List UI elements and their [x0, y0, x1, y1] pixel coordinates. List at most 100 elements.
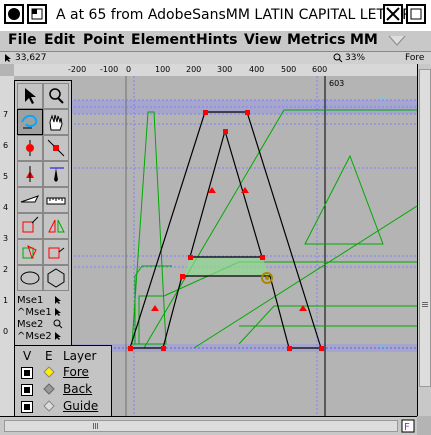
ruler-tick-label: -100 — [100, 65, 119, 74]
tool-magnify[interactable] — [43, 83, 69, 109]
tool-rotate[interactable] — [17, 239, 43, 265]
layers-header-layer: Layer — [63, 349, 97, 363]
ruler-tick-label: -200 — [68, 65, 87, 74]
svg-text:···: ··· — [374, 251, 381, 259]
layer-edit-diamond-icon[interactable] — [43, 400, 55, 412]
zoom-level: 33% — [345, 53, 366, 63]
hint-labels: ··· ··· ··· ··· ··· ··· ··· ··· ·· — [132, 82, 386, 351]
control-points[interactable] — [128, 110, 324, 351]
menu-bar: File Edit Point Element Hints View Metri… — [0, 31, 431, 52]
tool-tangent-point[interactable] — [17, 161, 43, 187]
menu-file[interactable]: File — [8, 32, 37, 48]
ruler-tick-label: 300 — [217, 65, 233, 74]
tool-scroll-hand[interactable] — [43, 109, 69, 135]
advance-width-label: 603 — [329, 79, 344, 88]
tool-skew[interactable] — [43, 239, 69, 265]
magnify-icon — [53, 319, 63, 329]
ellipse-icon — [20, 271, 40, 285]
menu-mm[interactable]: MM — [350, 32, 378, 48]
menu-view[interactable]: View — [244, 32, 282, 48]
horizontal-scrollbar[interactable]: F — [0, 416, 417, 435]
layer-name-back[interactable]: Back — [63, 382, 92, 396]
layer-visible-checkbox[interactable] — [21, 384, 33, 396]
ruler-tick-label: 0 — [3, 327, 9, 336]
close-icon — [386, 7, 400, 21]
active-layer-readout: Fore — [405, 53, 425, 63]
maximize-button[interactable] — [406, 4, 426, 24]
vertical-ruler: 7 6 5 4 3 2 1 0 — [0, 76, 15, 416]
chevron-down-icon[interactable] — [388, 35, 406, 47]
pointer-icon — [55, 332, 61, 340]
close-button[interactable] — [383, 4, 403, 24]
shade-icon — [31, 8, 43, 20]
pointer-icon — [25, 88, 36, 104]
skew-icon — [48, 247, 65, 259]
tangent-point-icon — [26, 166, 34, 182]
ruler-tick-label: 2 — [3, 265, 9, 274]
window-title: A at 65 from AdobeSansMM LATIN CAPITAL L… — [56, 7, 426, 23]
scroll-thumb[interactable] — [4, 420, 398, 432]
layer-name-guide[interactable]: Guide — [63, 399, 98, 413]
pointer-icon — [55, 308, 61, 316]
tool-freehand[interactable] — [17, 109, 43, 135]
corner-point-icon — [47, 139, 65, 157]
menu-element[interactable]: Element — [131, 32, 196, 48]
svg-text:···: ··· — [374, 262, 381, 270]
tool-corner-point[interactable] — [43, 135, 69, 161]
scale-icon — [22, 216, 39, 233]
window-menu-button[interactable] — [4, 4, 24, 24]
ruler-tick-label: 0 — [126, 65, 132, 74]
tool-pointer[interactable] — [17, 83, 43, 109]
svg-text:··: ·· — [132, 82, 136, 90]
layer-visible-checkbox[interactable] — [21, 401, 33, 413]
ruler-tick-label: 6 — [3, 141, 9, 150]
layer-edit-diamond-icon[interactable] — [43, 366, 55, 378]
crossbar-highlight — [184, 257, 270, 276]
tool-knife[interactable] — [17, 187, 43, 213]
svg-text:···: ··· — [294, 90, 301, 98]
freehand-icon — [21, 114, 38, 129]
tool-flip[interactable] — [43, 213, 69, 239]
ruler-tick-label: 5 — [3, 172, 9, 181]
tools-palette: Mse1 ^Mse1 Mse2 ^Mse2 — [14, 80, 72, 350]
menu-hints[interactable]: Hints — [196, 32, 238, 48]
polygon-icon — [47, 268, 65, 288]
layers-palette: V E Layer Fore Back Guide — [14, 345, 112, 418]
tool-curve-point[interactable] — [17, 135, 43, 161]
tool-ellipse[interactable] — [17, 265, 43, 291]
rotate-icon — [22, 245, 37, 260]
glyph-preview-icon[interactable]: F — [401, 419, 415, 433]
tool-ruler[interactable] — [43, 187, 69, 213]
layer-visible-checkbox[interactable] — [21, 367, 33, 379]
background-glyphs — [131, 109, 417, 349]
ruler-tick-label: 600 — [312, 65, 328, 74]
mouse-binding-label: ^Mse1 — [17, 307, 52, 318]
zoom-small-icon — [333, 53, 343, 63]
layer-name-fore[interactable]: Fore — [63, 365, 89, 379]
glyph-editor-window: A at 65 from AdobeSansMM LATIN CAPITAL L… — [0, 0, 431, 435]
ruler-tick-label: 7 — [3, 110, 9, 119]
flip-icon — [48, 219, 65, 233]
tool-polygon[interactable] — [43, 265, 69, 291]
glyph-outline[interactable] — [129, 111, 322, 349]
pointer-icon — [55, 296, 61, 304]
scroll-thumb[interactable] — [419, 69, 431, 387]
pen-icon — [50, 167, 64, 182]
mouse-binding-label: Mse1 — [17, 295, 44, 306]
vertical-scrollbar[interactable] — [417, 64, 431, 416]
info-bar: 33,627 33% Fore — [0, 52, 431, 64]
menu-metrics[interactable]: Metrics — [287, 32, 345, 48]
menu-point[interactable]: Point — [83, 32, 124, 48]
maximize-icon — [410, 8, 422, 20]
mouse-binding-label: Mse2 — [17, 319, 44, 330]
menu-edit[interactable]: Edit — [44, 32, 75, 48]
shade-button[interactable] — [27, 4, 47, 24]
tool-scale[interactable] — [17, 213, 43, 239]
layer-edit-diamond-icon[interactable] — [43, 383, 55, 395]
ruler-icon — [46, 197, 66, 205]
ruler-tick-label: 1 — [3, 296, 9, 305]
tool-pen[interactable] — [43, 161, 69, 187]
cursor-coordinates: 33,627 — [15, 53, 47, 63]
svg-text:···: ··· — [379, 102, 386, 110]
ruler-tick-label: 3 — [3, 234, 9, 243]
